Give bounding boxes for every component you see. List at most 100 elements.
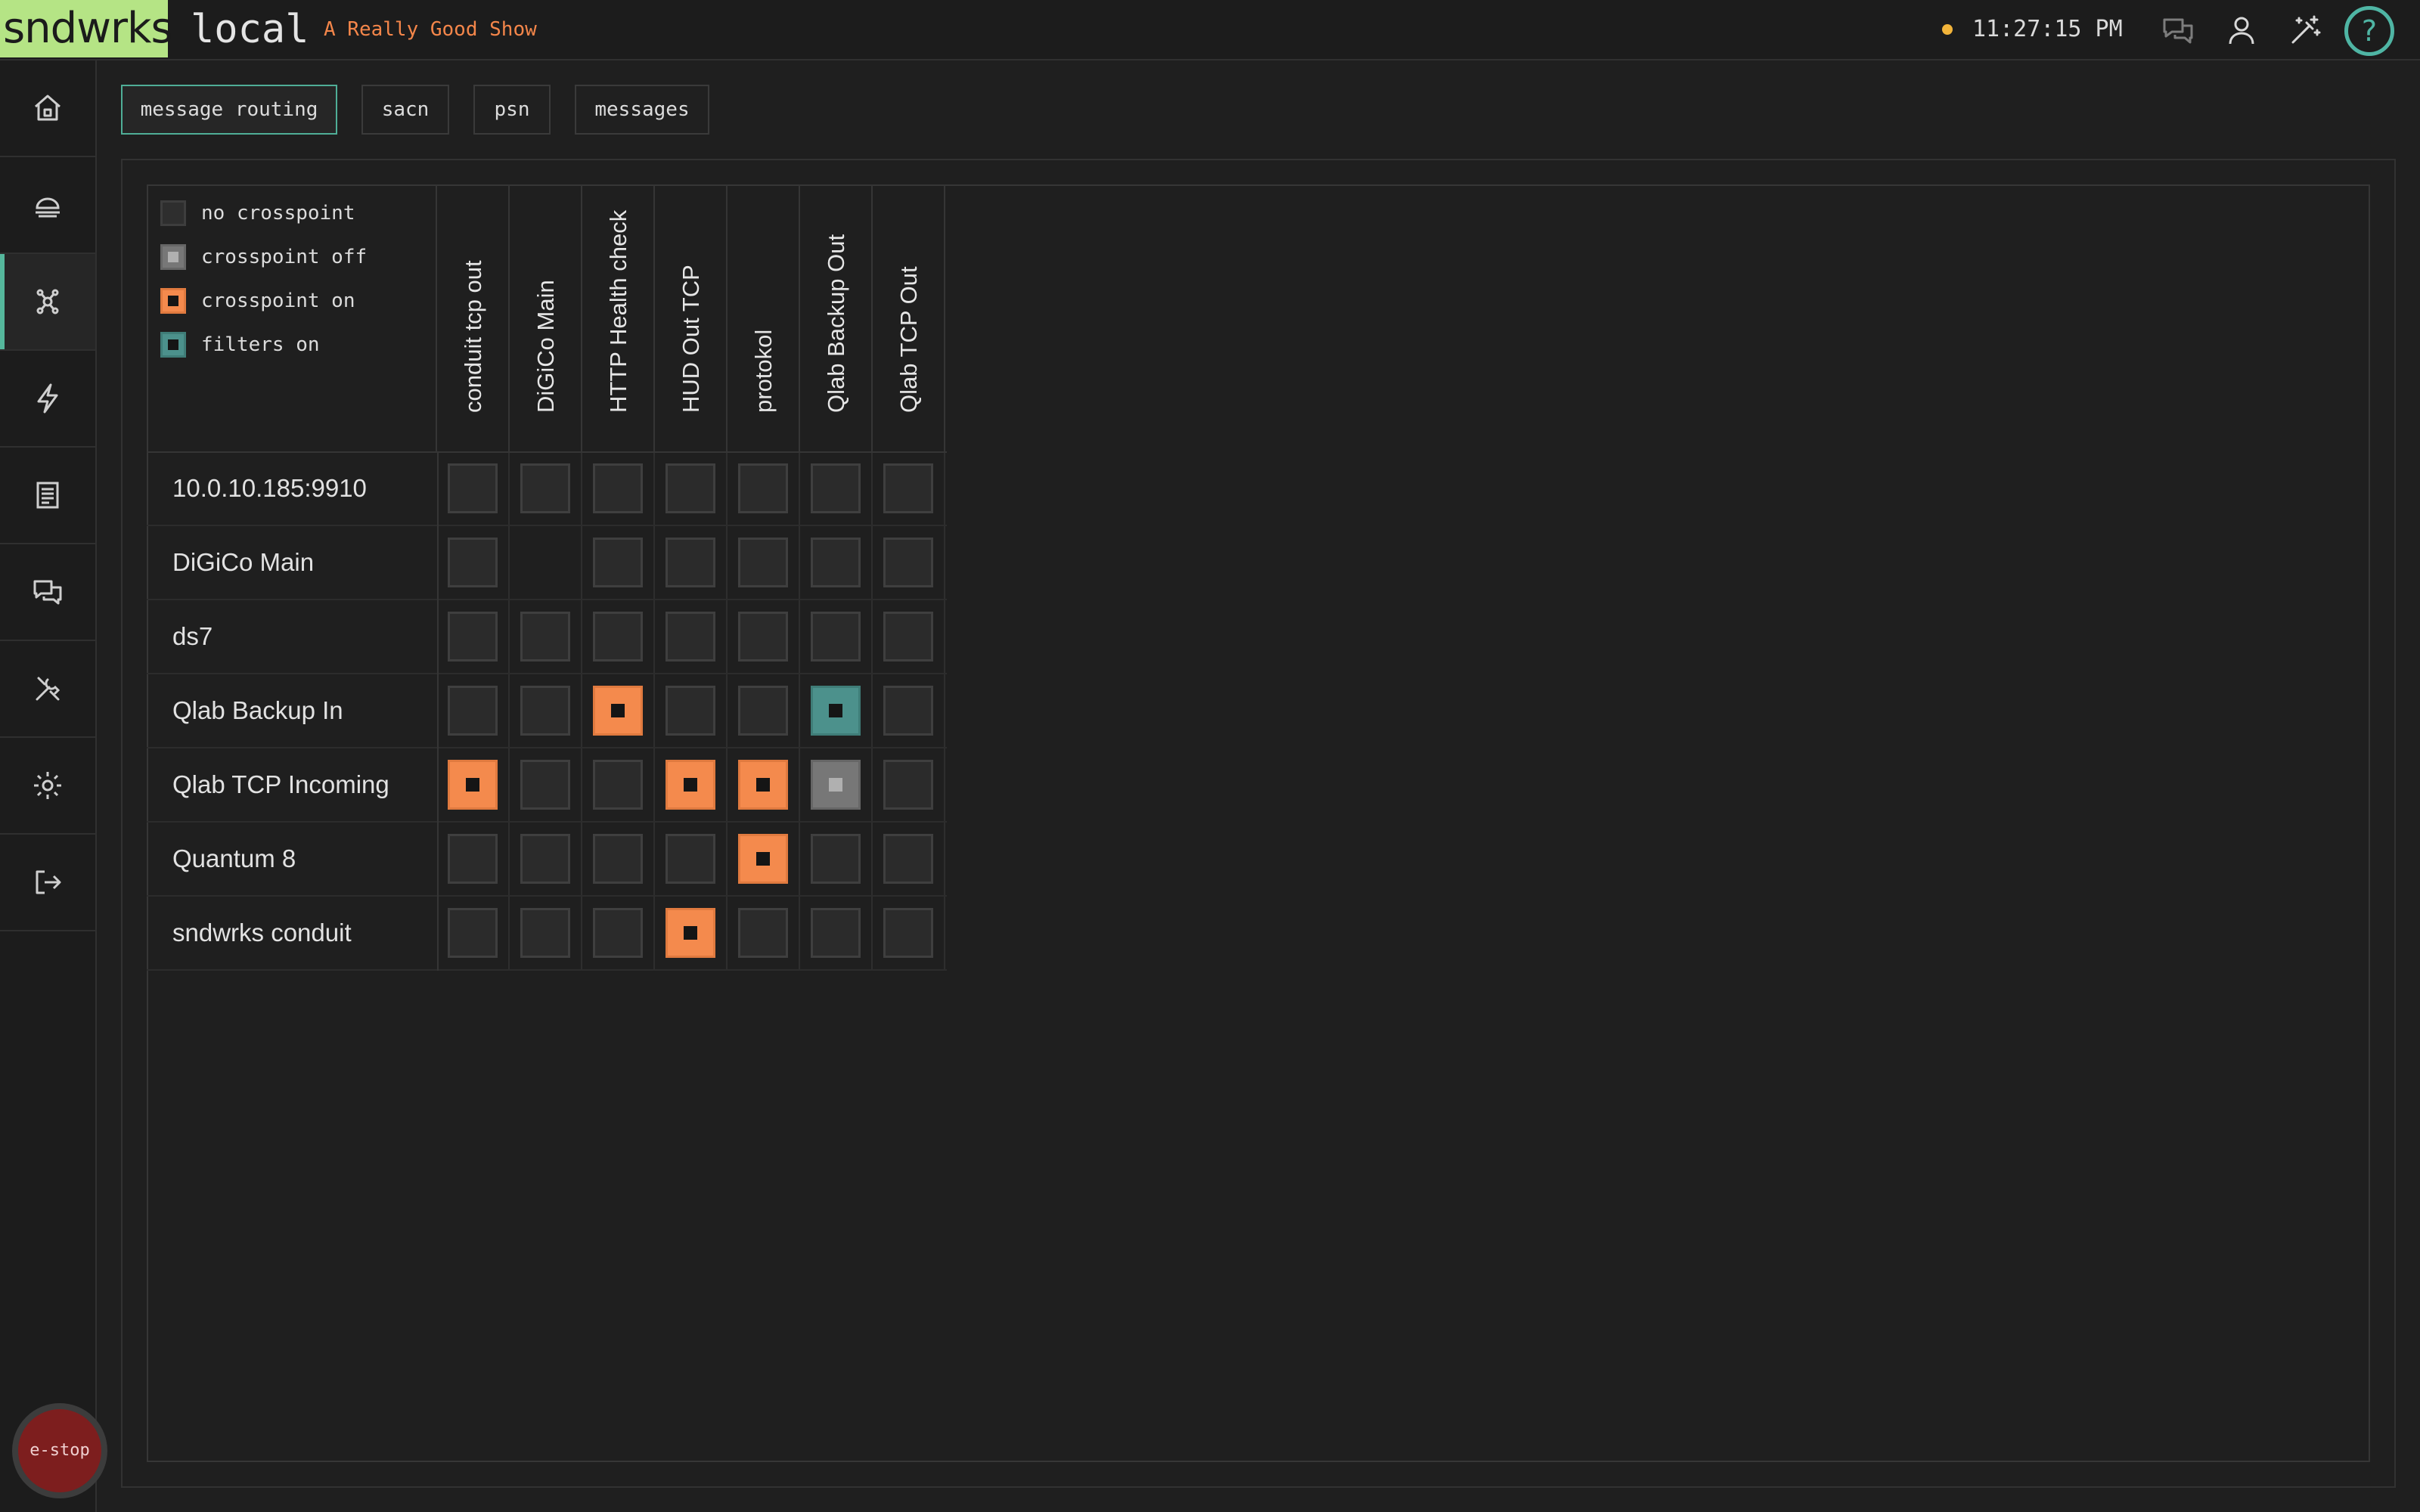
crosspoint-cell[interactable]	[811, 908, 861, 958]
crosspoint-cell[interactable]	[448, 612, 498, 662]
crosspoint-cell[interactable]	[593, 760, 643, 810]
document-icon	[36, 482, 59, 509]
legend-swatch-off	[160, 244, 186, 270]
crosspoint-cell[interactable]	[520, 686, 570, 736]
nav-tools[interactable]	[0, 641, 95, 738]
nav-messages[interactable]	[0, 544, 95, 641]
crosspoint-cell[interactable]	[883, 760, 933, 810]
crosspoint-cell[interactable]	[811, 760, 861, 810]
crosspoint-indicator	[684, 778, 697, 792]
crosspoint-cell[interactable]	[448, 834, 498, 884]
matrix-header-divider	[147, 451, 947, 453]
legend-filters-on: filters on	[160, 331, 320, 358]
crosspoint-cell[interactable]	[520, 834, 570, 884]
row-label: Quantum 8	[172, 844, 296, 872]
crosspoint-cell[interactable]	[738, 834, 788, 884]
nav-settings[interactable]	[0, 738, 95, 835]
crosspoint-cell[interactable]	[666, 834, 715, 884]
crosspoint-cell[interactable]	[666, 538, 715, 587]
crosspoint-cell[interactable]	[593, 463, 643, 513]
magic-wand-icon[interactable]	[2287, 12, 2323, 48]
crosspoint-cell[interactable]	[666, 463, 715, 513]
row-label: DiGiCo Main	[172, 548, 315, 576]
crosspoint-cell[interactable]	[738, 760, 788, 810]
column-label: HTTP Health check	[605, 209, 631, 413]
crosspoint-cell[interactable]	[448, 463, 498, 513]
crosspoint-cell[interactable]	[883, 686, 933, 736]
column-label: HUD Out TCP	[678, 265, 704, 413]
home-icon	[35, 94, 60, 121]
crosspoint-cell[interactable]	[738, 612, 788, 662]
crosspoint-cell[interactable]	[520, 908, 570, 958]
crosspoint-cell[interactable]	[738, 908, 788, 958]
crosspoint-cell[interactable]	[738, 463, 788, 513]
crosspoint-cell[interactable]	[448, 538, 498, 587]
crosspoint-cell[interactable]	[811, 686, 861, 736]
status-indicator	[1942, 24, 1953, 35]
legend-swatch-filter	[160, 332, 186, 358]
row-divider	[437, 748, 439, 823]
crosspoint-cell[interactable]	[811, 834, 861, 884]
app-logo[interactable]: sndwrks	[0, 0, 173, 57]
nav-lighting[interactable]	[0, 157, 95, 254]
user-icon[interactable]	[2223, 12, 2260, 48]
tab-psn[interactable]: psn	[473, 85, 551, 135]
crosspoint-indicator	[611, 704, 625, 717]
nav-logout[interactable]	[0, 835, 95, 931]
column-label: conduit tcp out	[460, 260, 486, 413]
crosspoint-cell[interactable]	[811, 463, 861, 513]
row-label: Qlab TCP Incoming	[172, 770, 389, 798]
crosspoint-cell[interactable]	[883, 463, 933, 513]
nav-home[interactable]	[0, 60, 95, 157]
crosspoint-cell[interactable]	[666, 908, 715, 958]
chat-icon[interactable]	[2160, 12, 2196, 48]
crosspoint-cell[interactable]	[666, 686, 715, 736]
show-name: A Really Good Show	[324, 18, 537, 41]
legend-no-crosspoint: no crosspoint	[160, 200, 355, 227]
matrix-column-header: HUD Out TCP	[655, 184, 728, 452]
matrix-column-header: protokol	[728, 184, 800, 452]
row-divider	[437, 897, 439, 971]
row-label: Qlab Backup In	[172, 696, 343, 724]
crosspoint-cell[interactable]	[520, 463, 570, 513]
crosspoint-cell[interactable]	[738, 538, 788, 587]
crosspoint-cell[interactable]	[593, 538, 643, 587]
crosspoint-cell[interactable]	[593, 834, 643, 884]
column-label: DiGiCo Main	[532, 280, 559, 413]
tab-sacn[interactable]: sacn	[361, 85, 449, 135]
crosspoint-cell[interactable]	[883, 908, 933, 958]
crosspoint-cell[interactable]	[883, 834, 933, 884]
crosspoint-cell[interactable]	[811, 538, 861, 587]
crosspoint-cell[interactable]	[883, 612, 933, 662]
nav-routing[interactable]	[0, 254, 95, 351]
crosspoint-cell[interactable]	[448, 908, 498, 958]
help-icon[interactable]: ?	[2344, 6, 2394, 56]
crosspoint-indicator	[756, 778, 770, 792]
logout-icon	[36, 870, 61, 894]
crosspoint-cell[interactable]	[593, 908, 643, 958]
top-bar: sndwrks local A Really Good Show 11:27:1…	[0, 0, 2420, 60]
nav-documents[interactable]	[0, 448, 95, 544]
nav-triggers[interactable]	[0, 351, 95, 448]
crosspoint-cell[interactable]	[520, 612, 570, 662]
column-label: Qlab Backup Out	[823, 234, 849, 413]
crosspoint-cell[interactable]	[666, 760, 715, 810]
crosspoint-cell[interactable]	[666, 612, 715, 662]
crosspoint-cell[interactable]	[448, 760, 498, 810]
lightning-icon	[37, 383, 58, 414]
tab-messages[interactable]: messages	[575, 85, 709, 135]
crosspoint-cell[interactable]	[593, 612, 643, 662]
estop-button[interactable]: e-stop	[12, 1403, 107, 1498]
crosspoint-cell[interactable]	[448, 686, 498, 736]
crosspoint-cell[interactable]	[738, 686, 788, 736]
messages-icon	[33, 580, 62, 605]
column-label: Qlab TCP Out	[895, 266, 922, 413]
matrix-column-header: HTTP Health check	[582, 184, 655, 452]
crosspoint-cell[interactable]	[811, 612, 861, 662]
crosspoint-cell[interactable]	[883, 538, 933, 587]
crosspoint-indicator	[829, 778, 842, 792]
crosspoint-cell[interactable]	[520, 760, 570, 810]
instance-name: local	[191, 7, 309, 52]
crosspoint-cell[interactable]	[593, 686, 643, 736]
tab-message-routing[interactable]: message routing	[121, 85, 337, 135]
